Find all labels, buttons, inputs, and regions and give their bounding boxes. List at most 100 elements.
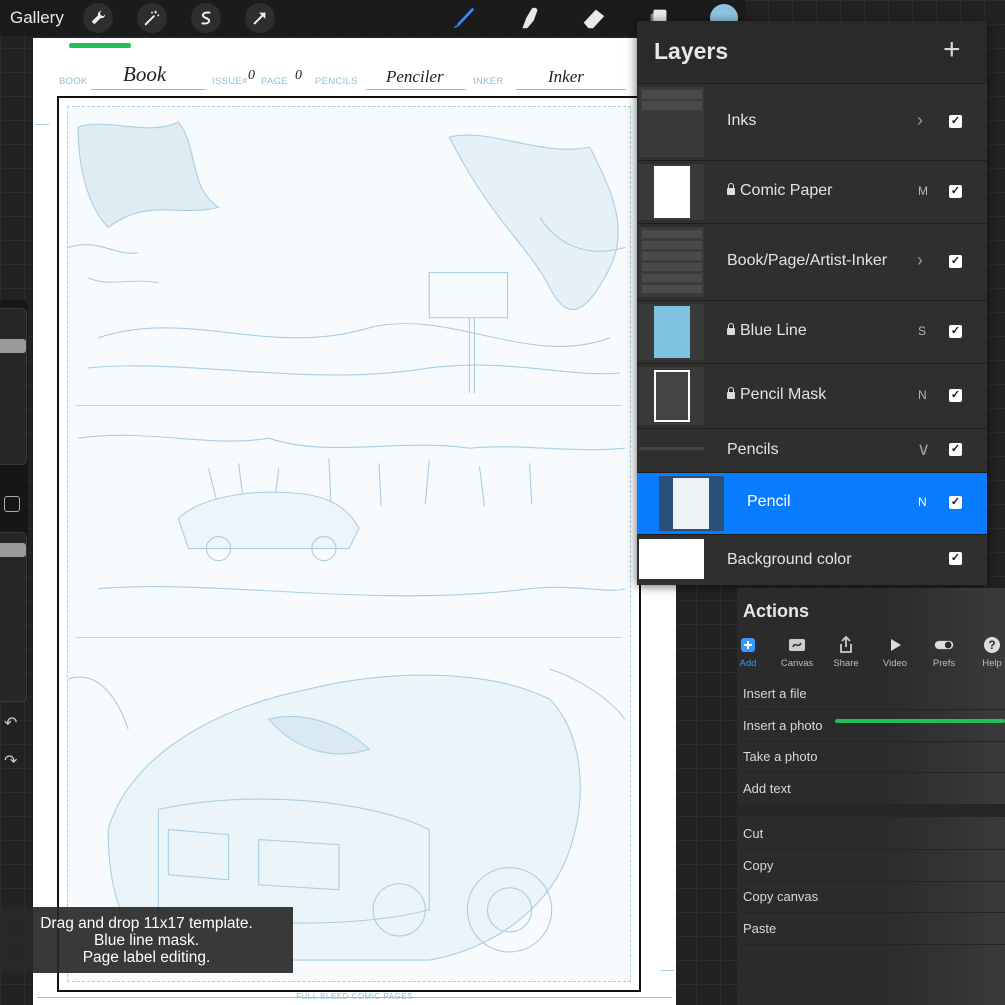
- layer-thumbnail: [659, 476, 724, 531]
- inker-label: INKER: [473, 76, 504, 87]
- book-label: BOOK: [59, 76, 88, 87]
- pencils-label: PENCILS: [315, 76, 358, 87]
- action-copy[interactable]: Copy: [743, 850, 1005, 882]
- layer-thumbnail: [639, 539, 704, 579]
- transform-icon[interactable]: [245, 3, 275, 33]
- actions-title: Actions: [743, 601, 810, 621]
- caption-line-1: Drag and drop 11x17 template.: [40, 915, 253, 932]
- layer-visibility-checkbox[interactable]: ✓: [949, 496, 962, 509]
- layer-name: Blue Line: [727, 322, 807, 340]
- canvas-page[interactable]: BOOK Book ISSUE# 0 PAGE 0 PENCILS Pencil…: [33, 38, 676, 1005]
- side-bar: [0, 300, 28, 702]
- layer-name: Comic Paper: [727, 182, 832, 200]
- layer-row-blue-line[interactable]: Blue Line S ✓: [637, 300, 987, 363]
- safe-area: [67, 106, 631, 982]
- layer-visibility-checkbox[interactable]: ✓: [949, 389, 962, 402]
- tab-video[interactable]: Video: [871, 636, 919, 669]
- action-take-photo[interactable]: Take a photo: [743, 741, 1005, 773]
- page-value[interactable]: 0: [295, 68, 302, 84]
- eraser-icon[interactable]: [578, 2, 610, 34]
- layer-name: Pencils: [727, 441, 779, 458]
- layer-name: Pencil Mask: [727, 386, 826, 404]
- layer-visibility-checkbox[interactable]: ✓: [949, 552, 962, 565]
- layer-thumbnail: [639, 227, 704, 297]
- tab-add[interactable]: Add: [724, 636, 772, 669]
- layer-visibility-checkbox[interactable]: ✓: [949, 325, 962, 338]
- layer-thumbnail: [639, 367, 704, 425]
- tab-prefs[interactable]: Prefs: [920, 636, 968, 669]
- opacity-slider[interactable]: [0, 532, 27, 702]
- selection-icon[interactable]: [191, 3, 221, 33]
- layer-row-inks[interactable]: Inks › ✓: [637, 83, 987, 160]
- caption-box: Drag and drop 11x17 template. Blue line …: [0, 907, 293, 973]
- layer-name: Pencil: [747, 493, 791, 510]
- book-value[interactable]: Book: [123, 62, 166, 87]
- action-cut[interactable]: Cut: [743, 818, 1005, 850]
- layer-name: Inks: [727, 112, 757, 129]
- footer-label: FULL BLEED COMIC PAGES: [296, 992, 413, 1001]
- brush-size-thumb[interactable]: [0, 339, 26, 353]
- opacity-thumb[interactable]: [0, 543, 26, 557]
- blend-mode[interactable]: S: [918, 324, 926, 338]
- chevron-down-icon[interactable]: ∨: [917, 439, 930, 460]
- issue-label: ISSUE#: [212, 76, 248, 87]
- gallery-button[interactable]: Gallery: [10, 8, 64, 28]
- lock-icon: [727, 323, 735, 335]
- layer-row-comic-paper[interactable]: Comic Paper M ✓: [637, 160, 987, 223]
- page-label: PAGE: [261, 76, 288, 87]
- tab-share[interactable]: Share: [822, 636, 870, 669]
- chevron-right-icon[interactable]: ›: [917, 250, 923, 271]
- tab-canvas[interactable]: Canvas: [773, 636, 821, 669]
- brush-icon[interactable]: [447, 2, 479, 34]
- action-insert-file[interactable]: Insert a file: [743, 678, 1005, 710]
- add-layer-button[interactable]: +: [943, 33, 961, 67]
- layer-row-book-page-artist-inker[interactable]: Book/Page/Artist-Inker › ✓: [637, 223, 987, 300]
- layer-row-pencil-mask[interactable]: Pencil Mask N ✓: [637, 363, 987, 428]
- lock-icon: [727, 183, 735, 195]
- action-copy-canvas[interactable]: Copy canvas: [743, 881, 1005, 913]
- layer-visibility-checkbox[interactable]: ✓: [949, 115, 962, 128]
- page-frame: [57, 96, 641, 992]
- layer-name: Book/Page/Artist-Inker: [727, 252, 888, 269]
- layer-row-background-color[interactable]: Background color ✓: [637, 534, 987, 585]
- actions-panel: Actions Add Canvas Share Video Prefs ? H…: [737, 588, 1005, 1005]
- layer-visibility-checkbox[interactable]: ✓: [949, 255, 962, 268]
- layers-title: Layers: [654, 38, 729, 64]
- issue-value[interactable]: 0: [248, 68, 255, 84]
- brush-size-slider[interactable]: [0, 308, 27, 465]
- layer-name: Background color: [727, 551, 852, 568]
- page-label-row: BOOK Book ISSUE# 0 PAGE 0 PENCILS Pencil…: [33, 62, 676, 90]
- eyedropper-button[interactable]: [4, 496, 20, 512]
- layers-panel: Layers + Inks › ✓ Comic Paper M ✓ Book/P…: [637, 21, 987, 585]
- svg-text:?: ?: [988, 638, 995, 652]
- tab-help[interactable]: ? Help: [968, 636, 1005, 669]
- chevron-right-icon[interactable]: ›: [917, 110, 923, 131]
- action-add-text[interactable]: Add text: [743, 773, 1005, 805]
- layer-visibility-checkbox[interactable]: ✓: [949, 443, 962, 456]
- undo-icon[interactable]: ↶: [4, 713, 17, 733]
- layer-row-pencil[interactable]: Pencil N ✓: [637, 472, 987, 534]
- caption-line-3: Page label editing.: [82, 949, 211, 966]
- top-toolbar: Gallery: [0, 0, 745, 36]
- wrench-icon[interactable]: [83, 3, 113, 33]
- pencil-sketch: [68, 121, 626, 961]
- layer-group-pencils[interactable]: Pencils ∨ ✓: [637, 428, 987, 472]
- layer-thumbnail: [639, 304, 704, 360]
- blend-mode[interactable]: M: [918, 184, 928, 198]
- highlight-underline: [835, 719, 1005, 723]
- layer-visibility-checkbox[interactable]: ✓: [949, 185, 962, 198]
- blend-mode[interactable]: N: [918, 495, 927, 509]
- redo-icon[interactable]: ↷: [4, 751, 17, 771]
- pencils-value[interactable]: Penciler: [386, 67, 444, 87]
- action-paste[interactable]: Paste: [743, 913, 1005, 945]
- layer-thumbnail: [639, 87, 704, 157]
- layers-header: Layers +: [637, 21, 987, 81]
- action-insert-photo[interactable]: Insert a photo: [743, 710, 1005, 742]
- caption-line-2: Blue line mask.: [93, 932, 200, 949]
- smudge-icon[interactable]: [513, 2, 545, 34]
- inker-value[interactable]: Inker: [548, 67, 584, 87]
- blend-mode[interactable]: N: [918, 388, 927, 402]
- lock-icon: [727, 387, 735, 399]
- page-indicator: [69, 43, 131, 48]
- magic-wand-icon[interactable]: [137, 3, 167, 33]
